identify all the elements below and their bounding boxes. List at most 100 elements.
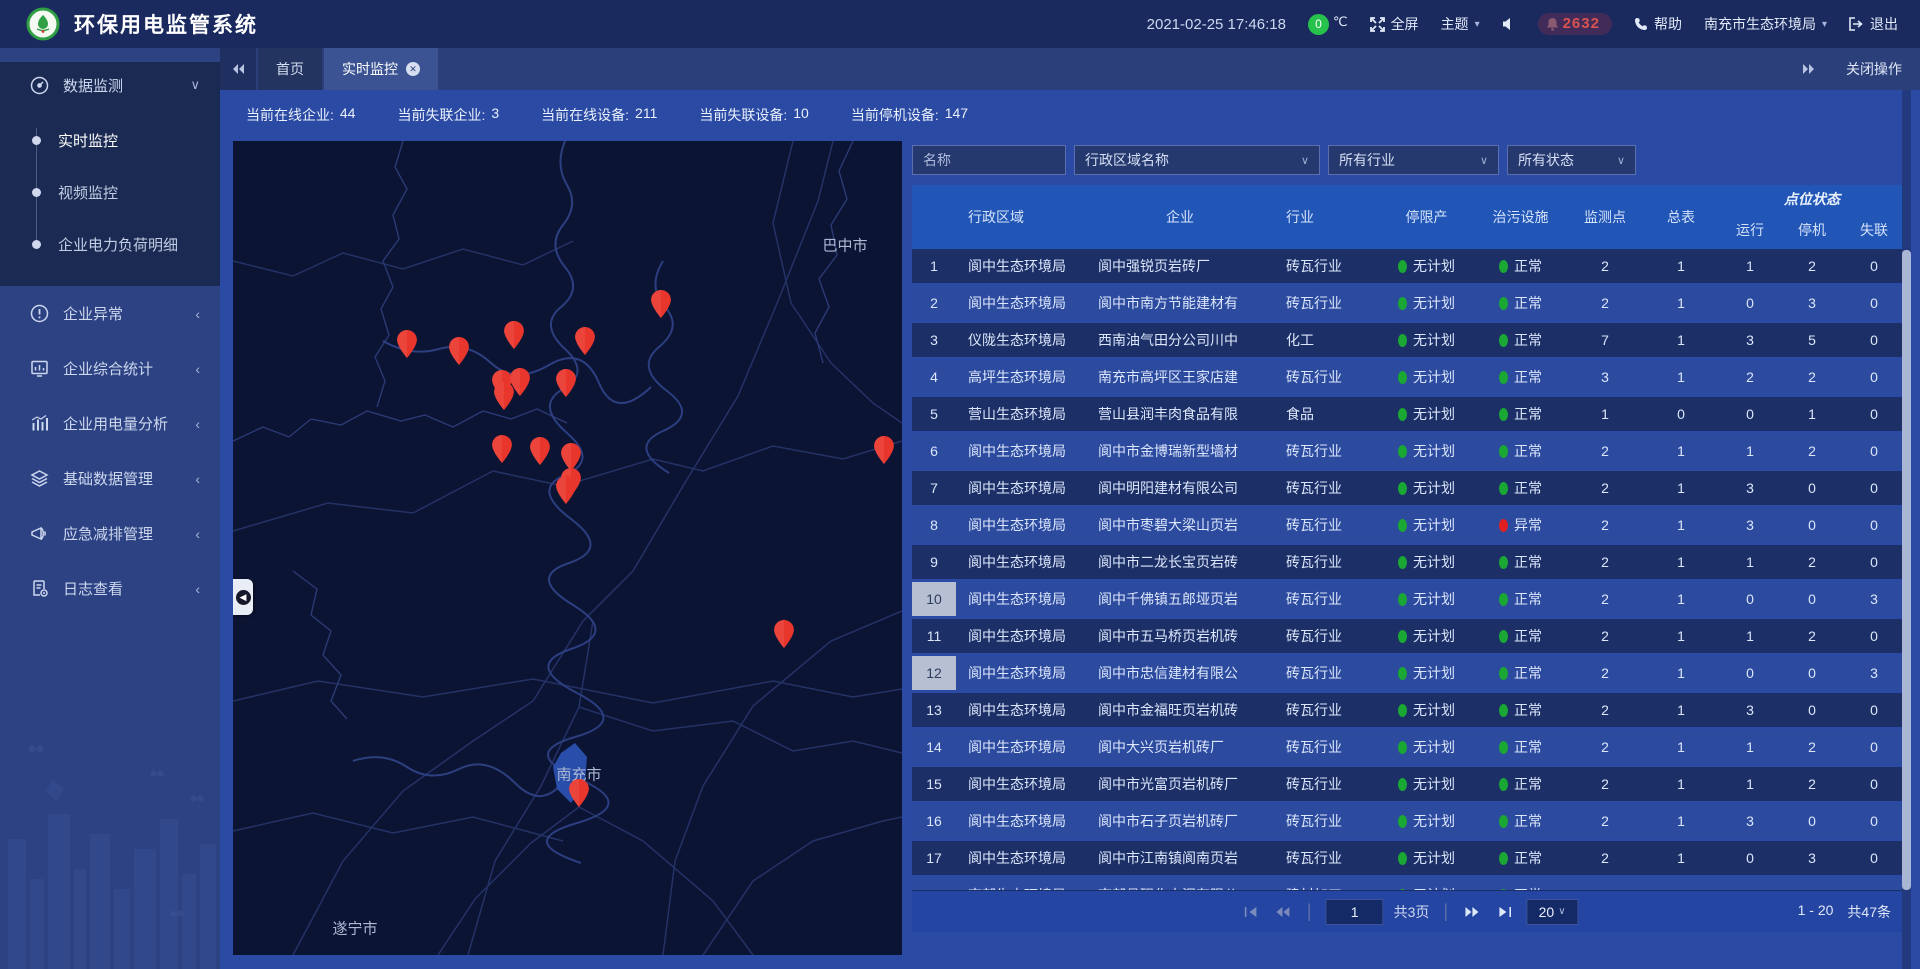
map-panel[interactable]: 巴中市 南充市 遂宁市 bbox=[233, 141, 902, 955]
row-industry: 砖瓦行业 bbox=[1274, 841, 1379, 875]
close-operations-button[interactable]: 关闭操作 bbox=[1846, 59, 1902, 79]
page-number-input[interactable] bbox=[1326, 899, 1384, 925]
table-row[interactable]: 6 阆中生态环境局 阆中市金博瑞新型墙材 砖瓦行业 无计划 正常 2 1 1 2… bbox=[912, 434, 1905, 468]
row-stop-status: 无计划 bbox=[1379, 804, 1474, 838]
sidebar-item-company-abnormal[interactable]: 企业异常 ‹ bbox=[0, 286, 220, 341]
tabs-scroll-left-button[interactable] bbox=[220, 48, 256, 90]
map-pin-icon[interactable] bbox=[397, 330, 417, 358]
region-filter-select[interactable]: 行政区域名称 ∨ bbox=[1074, 145, 1320, 175]
row-region: 高坪生态环境局 bbox=[956, 360, 1086, 394]
chevron-down-icon: ∨ bbox=[1301, 154, 1309, 167]
row-treatment-status: 正常 bbox=[1474, 323, 1567, 357]
map-pin-icon[interactable] bbox=[530, 437, 550, 465]
table-row[interactable]: 1 阆中生态环境局 阆中强锐页岩砖厂 砖瓦行业 无计划 正常 2 1 1 2 0 bbox=[912, 249, 1905, 283]
map-pin-icon[interactable] bbox=[449, 337, 469, 365]
table-row[interactable]: 2 阆中生态环境局 阆中市南方节能建材有 砖瓦行业 无计划 正常 2 1 0 3… bbox=[912, 286, 1905, 320]
prev-page-button[interactable] bbox=[1271, 901, 1293, 923]
bullet-dot-icon bbox=[32, 136, 41, 145]
voice-broadcast-button[interactable] bbox=[1502, 17, 1516, 31]
notification-badge[interactable]: 2632 bbox=[1538, 13, 1612, 35]
table-row[interactable]: 10 阆中生态环境局 阆中千佛镇五郎垭页岩 砖瓦行业 无计划 正常 2 1 0 … bbox=[912, 582, 1905, 616]
row-monitor-points: 2 bbox=[1567, 582, 1643, 616]
row-total-meters: 1 bbox=[1643, 434, 1719, 468]
sidebar-subitem[interactable]: 视频监控 bbox=[0, 166, 220, 218]
sidebar-subitem[interactable]: 企业电力负荷明细 bbox=[0, 218, 220, 270]
table-row[interactable]: 16 阆中生态环境局 阆中市石子页岩机砖厂 砖瓦行业 无计划 正常 2 1 3 … bbox=[912, 804, 1905, 838]
table-row[interactable]: 17 阆中生态环境局 阆中市江南镇阆南页岩 砖瓦行业 无计划 正常 2 1 0 … bbox=[912, 841, 1905, 875]
industry-filter-select[interactable]: 所有行业 ∨ bbox=[1328, 145, 1499, 175]
map-pin-icon[interactable] bbox=[774, 620, 794, 648]
row-total-meters: 0 bbox=[1643, 397, 1719, 431]
map-pin-icon[interactable] bbox=[874, 436, 894, 464]
sidebar-subitem[interactable]: 实时监控 bbox=[0, 114, 220, 166]
tab-realtime-monitor[interactable]: 实时监控 ✕ bbox=[324, 48, 438, 90]
tab-close-icon[interactable]: ✕ bbox=[406, 62, 420, 76]
row-treatment-status: 正常 bbox=[1474, 730, 1567, 764]
first-page-button[interactable] bbox=[1239, 901, 1261, 923]
sidebar-item-company-statistics[interactable]: 企业综合统计 ‹ bbox=[0, 341, 220, 396]
help-button[interactable]: 帮助 bbox=[1634, 14, 1682, 34]
total-count-label: 共47条 bbox=[1847, 902, 1891, 922]
table-row[interactable]: 4 高坪生态环境局 南充市高坪区王家店建 砖瓦行业 无计划 正常 3 1 2 2… bbox=[912, 360, 1905, 394]
map-pin-icon[interactable] bbox=[556, 476, 576, 504]
status-dot-icon bbox=[1398, 371, 1407, 384]
sidebar-item-base-data[interactable]: 基础数据管理 ‹ bbox=[0, 451, 220, 506]
map-pin-icon[interactable] bbox=[651, 290, 671, 318]
table-row[interactable]: 8 阆中生态环境局 阆中市枣碧大梁山页岩 砖瓦行业 无计划 异常 2 1 3 0… bbox=[912, 508, 1905, 542]
map-pin-icon[interactable] bbox=[556, 369, 576, 397]
row-treatment-status: 正常 bbox=[1474, 397, 1567, 431]
row-monitor-points: 6 bbox=[1567, 878, 1643, 890]
divider: | bbox=[1307, 901, 1312, 922]
table-row[interactable]: 14 阆中生态环境局 阆中大兴页岩机砖厂 砖瓦行业 无计划 正常 2 1 1 2… bbox=[912, 730, 1905, 764]
name-filter-input[interactable] bbox=[912, 145, 1066, 175]
page-size-select[interactable]: 20 ∨ bbox=[1526, 899, 1578, 925]
sidebar-item-data-monitor[interactable]: 数据监测 ∨ bbox=[0, 62, 220, 108]
sidebar-item-emergency[interactable]: 应急减排管理 ‹ bbox=[0, 506, 220, 561]
fullscreen-button[interactable]: 全屏 bbox=[1370, 14, 1419, 34]
table-row[interactable]: 7 阆中生态环境局 阆中明阳建材有限公司 砖瓦行业 无计划 正常 2 1 3 0… bbox=[912, 471, 1905, 505]
map-pin-icon[interactable] bbox=[569, 779, 589, 807]
map-pin-icon[interactable] bbox=[561, 443, 581, 471]
table-row[interactable]: 13 阆中生态环境局 阆中市金福旺页岩机砖 砖瓦行业 无计划 正常 2 1 3 … bbox=[912, 693, 1905, 727]
map-pin-icon[interactable] bbox=[492, 435, 512, 463]
sidebar-item-logs[interactable]: 日志查看 ‹ bbox=[0, 561, 220, 616]
row-company: 阆中市二龙长宝页岩砖 bbox=[1086, 545, 1274, 579]
table-row[interactable]: 3 仪陇生态环境局 西南油气田分公司川中 化工 无计划 正常 7 1 3 5 0 bbox=[912, 323, 1905, 357]
table-row[interactable]: 15 阆中生态环境局 阆中市光富页岩机砖厂 砖瓦行业 无计划 正常 2 1 1 … bbox=[912, 767, 1905, 801]
table-row[interactable]: 12 阆中生态环境局 阆中市忠信建材有限公 砖瓦行业 无计划 正常 2 1 0 … bbox=[912, 656, 1905, 690]
row-index: 17 bbox=[912, 841, 956, 875]
table-row[interactable]: 5 营山生态环境局 营山县润丰肉食品有限 食品 无计划 正常 1 0 0 1 0 bbox=[912, 397, 1905, 431]
table-row[interactable]: 11 阆中生态环境局 阆中市五马桥页岩机砖 砖瓦行业 无计划 正常 2 1 1 … bbox=[912, 619, 1905, 653]
double-chevron-right-icon[interactable] bbox=[1802, 63, 1816, 75]
last-page-button[interactable] bbox=[1494, 901, 1516, 923]
row-index: 18 bbox=[912, 878, 956, 890]
table-row[interactable]: 9 阆中生态环境局 阆中市二龙长宝页岩砖 砖瓦行业 无计划 正常 2 1 1 2… bbox=[912, 545, 1905, 579]
sidebar-collapse-button[interactable]: ◀ bbox=[233, 579, 253, 615]
map-pin-icon[interactable] bbox=[575, 327, 595, 355]
map-pin-icon[interactable] bbox=[504, 321, 524, 349]
row-stop-status: 无计划 bbox=[1379, 656, 1474, 690]
col-group-point-status: 点位状态 bbox=[1719, 185, 1905, 211]
col-lost: 失联 bbox=[1843, 211, 1905, 249]
status-filter-select[interactable]: 所有状态 ∨ bbox=[1507, 145, 1636, 175]
row-halted-count: 0 bbox=[1781, 804, 1843, 838]
chevron-down-icon: ∨ bbox=[1617, 154, 1625, 167]
org-menu[interactable]: 南充市生态环境局▾ bbox=[1704, 14, 1827, 34]
tab-home[interactable]: 首页 bbox=[258, 48, 322, 90]
row-monitor-points: 2 bbox=[1567, 434, 1643, 468]
row-monitor-points: 7 bbox=[1567, 323, 1643, 357]
theme-menu[interactable]: 主题▾ bbox=[1441, 14, 1480, 34]
scrollbar-thumb[interactable] bbox=[1902, 250, 1911, 890]
map-pin-icon[interactable] bbox=[494, 382, 514, 410]
sidebar-item-power-analysis[interactable]: 企业用电量分析 ‹ bbox=[0, 396, 220, 451]
chevron-down-icon: ▾ bbox=[1475, 19, 1480, 30]
row-industry: 砖瓦行业 bbox=[1274, 434, 1379, 468]
row-company: 营山县润丰肉食品有限 bbox=[1086, 397, 1274, 431]
row-monitor-points: 1 bbox=[1567, 397, 1643, 431]
status-dot-icon bbox=[1398, 741, 1407, 754]
next-page-button[interactable] bbox=[1462, 901, 1484, 923]
table-row[interactable]: 18 南部生态环境局 南部县砚化水泥有限公 建材加工 无计划 正常 6 0 0 … bbox=[912, 878, 1905, 890]
logout-button[interactable]: 退出 bbox=[1849, 14, 1898, 34]
last-page-icon bbox=[1498, 906, 1512, 918]
scrollbar-track[interactable] bbox=[1902, 90, 1911, 969]
